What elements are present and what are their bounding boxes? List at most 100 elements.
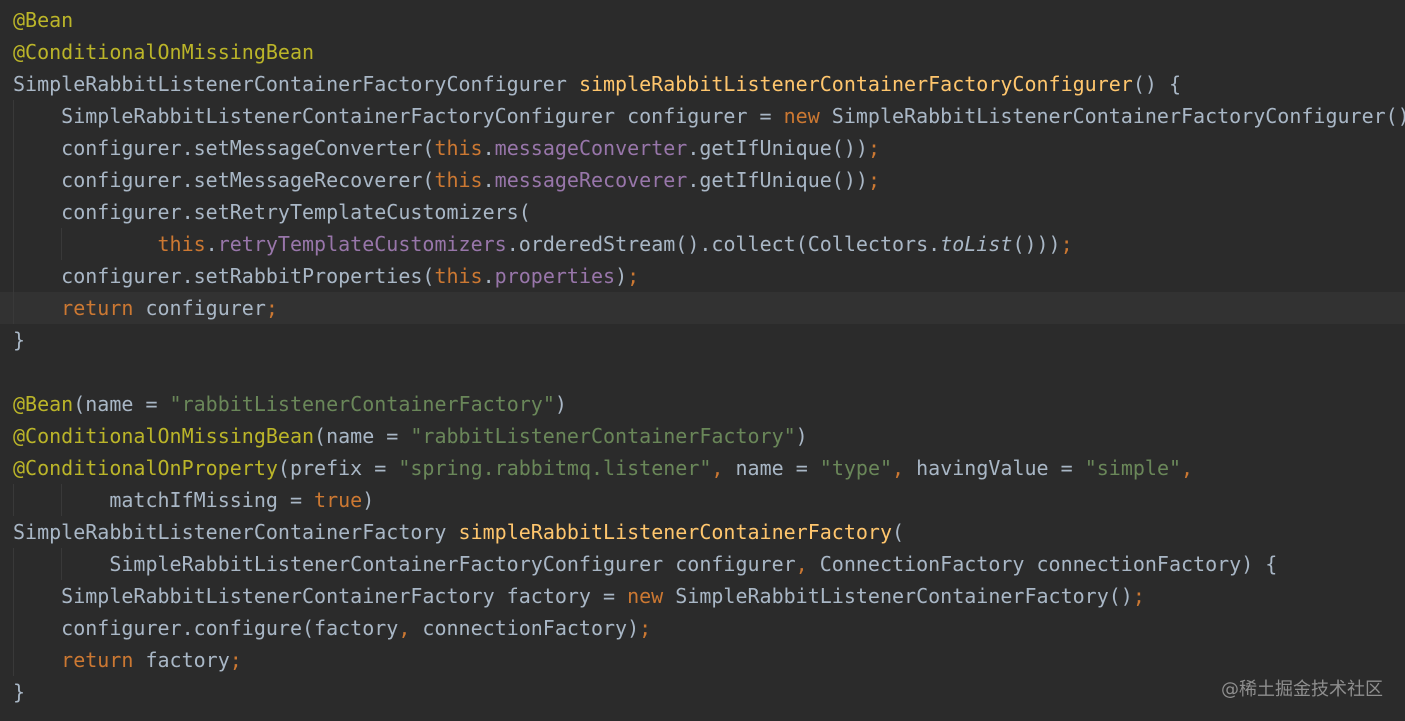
code-token: ) (795, 424, 808, 448)
code-line[interactable]: SimpleRabbitListenerContainerFactory sim… (0, 516, 1405, 548)
code-token: "simple" (1084, 456, 1182, 480)
code-token: messageRecoverer (494, 168, 688, 192)
code-token: "rabbitListenerContainerFactory" (169, 392, 555, 416)
code-token: SimpleRabbitListenerContainerFactory() (663, 584, 1133, 608)
code-token: matchIfMissing = (13, 488, 315, 512)
code-line[interactable]: SimpleRabbitListenerContainerFactoryConf… (0, 548, 1405, 580)
code-token: configurer.configure(factory (13, 616, 399, 640)
code-token: name = (723, 456, 820, 480)
code-token: (name = (73, 392, 170, 416)
code-token: "spring.rabbitmq.listener" (398, 456, 712, 480)
code-token: @Bean (13, 392, 74, 416)
code-token: new (783, 104, 820, 128)
code-token: simpleRabbitListenerContainerFactory (458, 520, 893, 544)
code-token: ; (1060, 232, 1073, 256)
code-text: SimpleRabbitListenerContainerFactory fac… (13, 580, 1145, 612)
code-text: this.retryTemplateCustomizers.orderedStr… (13, 228, 1073, 260)
code-line[interactable]: SimpleRabbitListenerContainerFactoryConf… (0, 100, 1405, 132)
code-text: SimpleRabbitListenerContainerFactoryConf… (13, 68, 1181, 100)
code-token: this (434, 136, 483, 160)
code-token: factory (133, 648, 230, 672)
code-token: (name = (314, 424, 411, 448)
code-token: ; (1132, 584, 1145, 608)
code-token: properties (494, 264, 616, 288)
code-token: , (711, 456, 724, 480)
code-token: "type" (819, 456, 893, 480)
code-token: this (434, 264, 483, 288)
code-token: ())) (1012, 232, 1061, 256)
code-token: true (314, 488, 363, 512)
code-line[interactable]: return configurer; (0, 292, 1405, 324)
code-text: SimpleRabbitListenerContainerFactoryConf… (13, 548, 1277, 580)
code-token: . (482, 168, 495, 192)
code-token: , (795, 552, 808, 576)
code-editor[interactable]: @Bean @ConditionalOnMissingBean SimpleRabb… (0, 0, 1405, 721)
code-token: ; (229, 648, 242, 672)
code-line[interactable]: SimpleRabbitListenerContainerFactory fac… (0, 580, 1405, 612)
code-token: "rabbitListenerContainerFactory" (410, 424, 796, 448)
code-token: new (627, 584, 664, 608)
code-token: configurer.setMessageRecoverer( (13, 168, 435, 192)
code-text: @Bean (13, 4, 73, 36)
code-line[interactable]: configurer.setMessageRecoverer(this.mess… (0, 164, 1405, 196)
code-text: } (13, 324, 25, 356)
code-line[interactable]: configurer.setRetryTemplateCustomizers( (0, 196, 1405, 228)
code-token: ) (615, 264, 628, 288)
code-token: . (482, 136, 495, 160)
code-text: @Bean(name = "rabbitListenerContainerFac… (13, 388, 567, 420)
code-text: return configurer; (13, 292, 278, 324)
code-line[interactable]: configurer.setRabbitProperties(this.prop… (0, 260, 1405, 292)
code-token: this (434, 168, 483, 192)
code-line[interactable]: @Bean (0, 4, 1405, 36)
code-token: .getIfUnique()) (687, 168, 868, 192)
code-token: @ConditionalOnProperty (13, 456, 278, 480)
code-token: .getIfUnique()) (687, 136, 868, 160)
code-text: @ConditionalOnProperty(prefix = "spring.… (13, 452, 1193, 484)
code-token: return (61, 296, 134, 320)
code-token: ; (867, 136, 880, 160)
code-token: ConnectionFactory connectionFactory) { (807, 552, 1278, 576)
code-line[interactable]: SimpleRabbitListenerContainerFactoryConf… (0, 68, 1405, 100)
code-text: configurer.configure(factory, connection… (13, 612, 651, 644)
code-text: SimpleRabbitListenerContainerFactoryConf… (13, 100, 1405, 132)
code-line[interactable]: @ConditionalOnMissingBean (0, 36, 1405, 68)
code-token: .orderedStream().collect(Collectors. (506, 232, 941, 256)
code-token: toList (940, 232, 1013, 256)
code-token: ) (362, 488, 375, 512)
code-token: havingValue = (904, 456, 1085, 480)
code-line[interactable]: this.retryTemplateCustomizers.orderedStr… (0, 228, 1405, 260)
code-text: } (13, 676, 25, 708)
code-token: ; (627, 264, 640, 288)
code-token: , (892, 456, 905, 480)
code-token: configurer (133, 296, 266, 320)
code-line[interactable]: @Bean(name = "rabbitListenerContainerFac… (0, 388, 1405, 420)
code-line[interactable]: @ConditionalOnProperty(prefix = "spring.… (0, 452, 1405, 484)
code-token: } (13, 680, 26, 704)
code-token: configurer.setMessageConverter( (13, 136, 435, 160)
code-line[interactable]: matchIfMissing = true) (0, 484, 1405, 516)
code-token: ; (867, 168, 880, 192)
code-text: @ConditionalOnMissingBean(name = "rabbit… (13, 420, 808, 452)
code-token: () { (1132, 72, 1181, 96)
code-line[interactable]: @ConditionalOnMissingBean(name = "rabbit… (0, 420, 1405, 452)
code-line[interactable]: return factory; (0, 644, 1405, 676)
code-text: configurer.setMessageConverter(this.mess… (13, 132, 880, 164)
code-token: SimpleRabbitListenerContainerFactory fac… (13, 584, 628, 608)
code-token: ) (554, 392, 567, 416)
code-token: } (13, 328, 26, 352)
code-token: ; (639, 616, 652, 640)
code-text: matchIfMissing = true) (13, 484, 374, 516)
code-line[interactable]: } (0, 676, 1405, 708)
code-token: configurer.setRetryTemplateCustomizers( (13, 200, 531, 224)
code-token: SimpleRabbitListenerContainerFactoryConf… (13, 552, 796, 576)
code-line[interactable]: } (0, 324, 1405, 356)
code-line[interactable]: configurer.configure(factory, connection… (0, 612, 1405, 644)
code-line[interactable] (0, 356, 1405, 388)
code-token: simpleRabbitListenerContainerFactoryConf… (578, 72, 1133, 96)
code-text: return factory; (13, 644, 242, 676)
code-line[interactable]: configurer.setMessageConverter(this.mess… (0, 132, 1405, 164)
code-text: configurer.setRetryTemplateCustomizers( (13, 196, 531, 228)
code-token: (prefix = (277, 456, 399, 480)
code-text: SimpleRabbitListenerContainerFactory sim… (13, 516, 904, 548)
